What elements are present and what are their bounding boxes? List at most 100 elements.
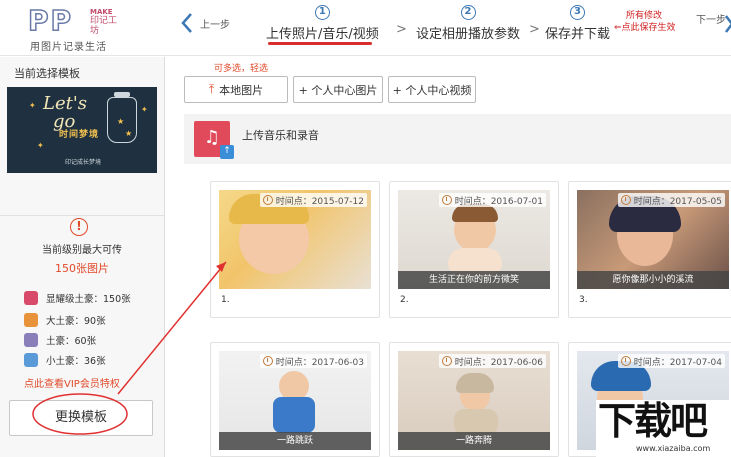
step-number: 3: [570, 5, 585, 20]
photo-card[interactable]: 时间点：2016-07-01 生活正在你的前方微笑 2.: [389, 181, 559, 318]
clock-icon: [262, 195, 273, 205]
star-icon: ★: [117, 117, 125, 126]
timestamp-text: 时间点：2017-07-04: [633, 357, 722, 368]
logo-make: MAKE: [90, 8, 113, 16]
tier-label: 显耀级土豪：150张: [46, 294, 131, 305]
active-step-underline: [268, 42, 372, 45]
step-separator: >: [396, 22, 407, 37]
next-step-label: 下一步: [696, 15, 726, 26]
timestamp-text: 时间点：2017-06-06: [454, 357, 543, 368]
multi-select-hint: 可多选，轻选: [214, 64, 269, 74]
upload-panel: 可多选，轻选 ⤒ 本地图片 + 个人中心图片 + 个人中心视频 ♫ ↑ 上传音乐…: [180, 57, 731, 457]
photo-thumbnail[interactable]: 时间点：2017-06-06 一路奔腾: [398, 351, 550, 450]
hat-shape: [456, 373, 494, 393]
upload-arrow-icon: ↑: [220, 145, 234, 159]
photo-card[interactable]: 时间点：2017-06-03 一路跳跃: [210, 342, 380, 457]
watermark-url: www.xiazaiba.com: [636, 444, 711, 453]
save-note-line2: 点此保存生效: [621, 23, 676, 33]
photo-index: 2.: [400, 295, 409, 305]
personal-center-videos-button[interactable]: + 个人中心视频: [388, 76, 476, 103]
prev-step-label: 上一步: [200, 19, 230, 31]
photo-card[interactable]: 时间点：2015-07-12 1.: [210, 181, 380, 318]
star-icon: ✦: [37, 141, 44, 150]
app-logo: PP MAKE 印记工坊 用图片记录生活: [27, 5, 118, 53]
timestamp-badge: 时间点：2017-07-04: [617, 354, 725, 368]
star-icon: ✦: [29, 101, 36, 110]
clock-icon: [620, 195, 631, 205]
local-images-label: 本地图片: [219, 83, 264, 97]
local-images-button[interactable]: ⤒ 本地图片: [184, 76, 288, 103]
step-label: 上传照片/音乐/视频: [266, 27, 379, 42]
tier-crown-icon: [24, 313, 38, 327]
template-sidebar: 当前选择模板 Let's go 时间梦境 ✦ ★ ★ ✦ ✦ 印记成长梦境 ! 当…: [0, 57, 165, 457]
step-upload[interactable]: 1 上传照片/音乐/视频: [266, 4, 379, 42]
upload-icon: ⤒: [208, 82, 215, 96]
photo-caption: 一路奔腾: [398, 432, 550, 450]
change-template-button[interactable]: 更换模板: [9, 400, 153, 436]
star-icon: ★: [125, 129, 133, 138]
tier-label: 大土豪：90张: [46, 316, 106, 327]
template-footer: 印记成长梦境: [65, 159, 102, 166]
photo-card[interactable]: 时间点：2017-06-06 一路奔腾: [389, 342, 559, 457]
clock-icon: [441, 195, 452, 205]
tier-crown-icon: [24, 291, 38, 305]
personal-center-images-button[interactable]: + 个人中心图片: [293, 76, 383, 103]
step-settings[interactable]: 2 设定相册播放参数: [416, 4, 520, 42]
photo-index: 1.: [221, 295, 230, 305]
level-limit-value: 150张图片: [55, 262, 109, 275]
save-note-line2-row: ⇐点此保存生效: [614, 22, 676, 34]
save-note: 所有修改 ⇐点此保存生效: [614, 10, 676, 34]
template-thumbnail[interactable]: Let's go 时间梦境 ✦ ★ ★ ✦ ✦ 印记成长梦境: [7, 87, 157, 173]
warning-icon: !: [70, 218, 88, 236]
step-number: 2: [460, 5, 476, 20]
step-label: 设定相册播放参数: [416, 27, 521, 42]
template-title: Let's go: [43, 95, 87, 131]
tier-item: 大土豪：90张: [24, 311, 106, 329]
clock-icon: [262, 356, 273, 366]
step-save-download[interactable]: 3 保存并下载: [545, 4, 610, 42]
timestamp-badge: 时间点：2015-07-12: [259, 193, 367, 207]
audio-upload-label[interactable]: 上传音乐和录音: [242, 127, 319, 143]
star-icon: ✦: [141, 105, 148, 114]
photo-thumbnail[interactable]: 时间点：2015-07-12: [219, 190, 371, 289]
site-watermark: 下载吧 www.xiazaiba.com: [596, 400, 731, 457]
photo-thumbnail[interactable]: 时间点：2016-07-01 生活正在你的前方微笑: [398, 190, 550, 289]
timestamp-badge: 时间点：2016-07-01: [438, 193, 546, 207]
photo-index: 3.: [579, 295, 588, 305]
photo-thumbnail[interactable]: 时间点：2017-06-03 一路跳跃: [219, 351, 371, 450]
photo-caption: 愿你像那小小的溪流: [577, 271, 729, 289]
clock-icon: [441, 356, 452, 366]
tier-crown-icon: [24, 333, 38, 347]
tier-item: 小土豪：36张: [24, 351, 106, 369]
chevron-right-icon: [725, 15, 731, 33]
logo-tagline: 用图片记录生活: [30, 42, 107, 53]
photo-caption: 一路跳跃: [219, 432, 371, 450]
prev-step-button[interactable]: 上一步: [180, 8, 238, 38]
timestamp-text: 时间点：2015-07-12: [275, 196, 364, 207]
photo-thumbnail[interactable]: 时间点：2017-05-05 愿你像那小小的溪流: [577, 190, 729, 289]
timestamp-badge: 时间点：2017-05-05: [617, 193, 725, 207]
tier-crown-icon: [24, 353, 38, 367]
logo-brand-name: 印记工坊: [90, 16, 118, 36]
level-limit-label: 当前级别最大可传: [42, 245, 122, 256]
tier-item: 显耀级土豪：150张: [24, 289, 131, 307]
timestamp-badge: 时间点：2017-06-06: [438, 354, 546, 368]
timestamp-text: 时间点：2017-06-03: [275, 357, 364, 368]
top-toolbar: PP MAKE 印记工坊 用图片记录生活 上一步 1 上传照片/音乐/视频 > …: [0, 0, 731, 56]
sidebar-title: 当前选择模板: [14, 67, 80, 80]
step-separator: >: [529, 22, 540, 37]
timestamp-badge: 时间点：2017-06-03: [259, 354, 367, 368]
vip-privileges-link[interactable]: 点此查看VIP会员特权: [24, 375, 120, 390]
template-subtitle: 时间梦境: [59, 130, 100, 140]
clock-icon: [620, 356, 631, 366]
sidebar-divider: [0, 215, 164, 216]
step-number: 1: [314, 5, 330, 20]
photo-card[interactable]: 时间点：2017-05-05 愿你像那小小的溪流 3.: [568, 181, 731, 318]
next-step-button[interactable]: 下一步: [690, 8, 731, 38]
body-shape: [273, 397, 315, 433]
photo-caption: 生活正在你的前方微笑: [398, 271, 550, 289]
chevron-left-icon: [181, 13, 192, 33]
save-note-line1: 所有修改: [626, 11, 663, 21]
timestamp-text: 时间点：2017-05-05: [633, 196, 722, 207]
watermark-text: 下载吧: [598, 399, 708, 443]
